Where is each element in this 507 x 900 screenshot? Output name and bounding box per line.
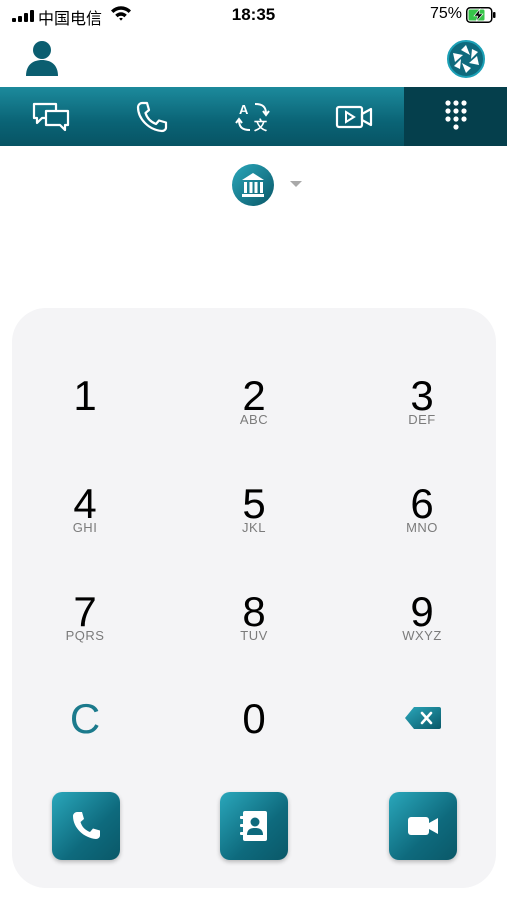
phone-icon	[136, 101, 167, 132]
video-camera-icon	[408, 817, 438, 835]
tab-calls[interactable]	[101, 87, 202, 146]
key-letters: MNO	[406, 520, 438, 535]
key-letters: PQRS	[65, 628, 105, 643]
key-letters: JKL	[242, 520, 266, 535]
app-logo-icon[interactable]	[447, 40, 485, 78]
backspace-icon[interactable]	[403, 704, 443, 732]
contacts-book-icon	[240, 811, 267, 841]
translate-icon: A 文	[234, 102, 270, 133]
chat-icon	[32, 102, 69, 131]
key-digit: 2	[242, 372, 266, 419]
key-digit: 4	[73, 480, 97, 527]
clear-key[interactable]: C	[25, 698, 145, 778]
key-digit: 1	[73, 372, 97, 419]
video-icon	[335, 105, 372, 128]
bank-icon	[232, 164, 274, 206]
phone-icon	[73, 812, 100, 839]
key-letters: WXYZ	[402, 628, 442, 643]
dial-keypad: 1 2 ABC 3 DEF 4 GHI 5 JKL 6 MNO 7 PQRS 8…	[12, 308, 496, 888]
dialpad-icon	[444, 99, 467, 130]
svg-text:文: 文	[254, 118, 268, 133]
key-3[interactable]: 3 DEF	[362, 375, 482, 455]
tab-dialpad[interactable]	[404, 87, 507, 146]
battery-percent: 75%	[430, 5, 463, 22]
tab-chat[interactable]	[0, 87, 101, 146]
key-5[interactable]: 5 JKL	[194, 483, 314, 563]
status-bar: 中国电信 18:35 75%	[0, 0, 507, 30]
app-header	[0, 30, 507, 87]
key-7[interactable]: 7 PQRS	[25, 591, 145, 671]
battery-charging-icon	[466, 7, 496, 23]
key-2[interactable]: 2 ABC	[194, 375, 314, 455]
key-9[interactable]: 9 WXYZ	[362, 591, 482, 671]
key-digit: 8	[242, 588, 266, 635]
key-digit: 6	[410, 480, 434, 527]
tab-translate[interactable]: A 文	[202, 87, 303, 146]
svg-text:A: A	[239, 102, 249, 117]
video-call-button[interactable]	[389, 792, 457, 860]
user-profile-icon[interactable]	[22, 38, 62, 78]
clear-label: C	[69, 695, 101, 742]
key-digit: 9	[410, 588, 434, 635]
tab-bar: A 文	[0, 87, 507, 146]
key-0[interactable]: 0	[194, 698, 314, 778]
key-letters: TUV	[240, 628, 268, 643]
key-letters: DEF	[408, 412, 436, 427]
key-6[interactable]: 6 MNO	[362, 483, 482, 563]
key-digit: 5	[242, 480, 266, 527]
key-1[interactable]: 1	[25, 375, 145, 455]
key-digit: 7	[73, 588, 97, 635]
key-digit: 0	[242, 695, 266, 742]
contacts-button[interactable]	[220, 792, 288, 860]
tab-video[interactable]	[303, 87, 404, 146]
voice-call-button[interactable]	[52, 792, 120, 860]
key-4[interactable]: 4 GHI	[25, 483, 145, 563]
key-letters: ABC	[239, 412, 269, 427]
key-letters: GHI	[72, 520, 98, 535]
chevron-down-icon	[290, 181, 302, 187]
key-digit: 3	[410, 372, 434, 419]
account-selector[interactable]	[231, 163, 311, 209]
key-8[interactable]: 8 TUV	[194, 591, 314, 671]
